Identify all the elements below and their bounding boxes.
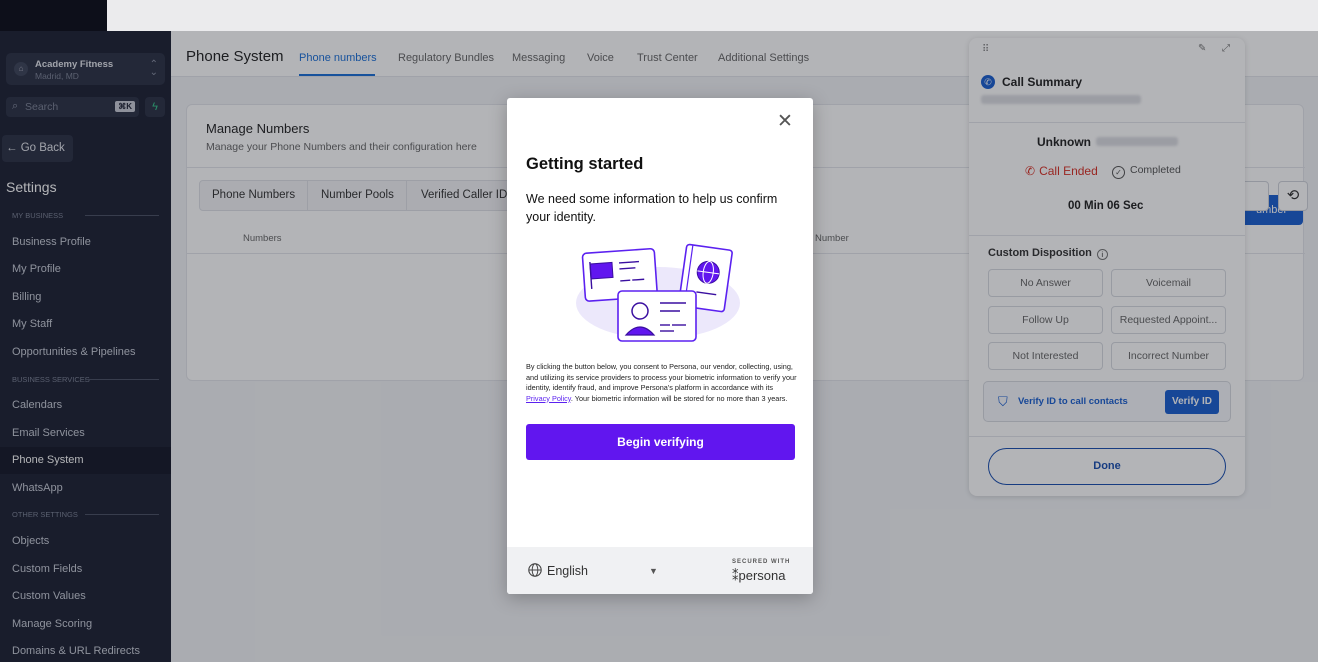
modal-title: Getting started [526,155,644,173]
caret-down-icon[interactable]: ▼ [649,566,658,576]
id-documents-illustration [576,243,740,342]
consent-text-part: By clicking the button below, you consen… [526,362,797,392]
globe-icon [528,563,542,577]
consent-text: By clicking the button below, you consen… [526,362,798,404]
secured-with-label: SECURED WITH [732,559,791,565]
persona-verification-modal: ✕ Getting started We need some informati… [507,98,813,594]
begin-verifying-button[interactable]: Begin verifying [526,424,795,460]
close-icon[interactable]: ✕ [777,112,793,131]
modal-footer: English ▼ SECURED WITH ⁑persona [507,547,813,594]
consent-text-part: . Your biometric information will be sto… [570,393,788,403]
language-select[interactable]: English [547,564,588,578]
persona-logo: ⁑persona [732,568,785,584]
persona-brand: persona [738,568,786,583]
modal-backdrop-top [0,0,1318,31]
privacy-policy-link[interactable]: Privacy Policy [526,394,571,403]
modal-intro: We need some information to help us conf… [526,192,778,224]
